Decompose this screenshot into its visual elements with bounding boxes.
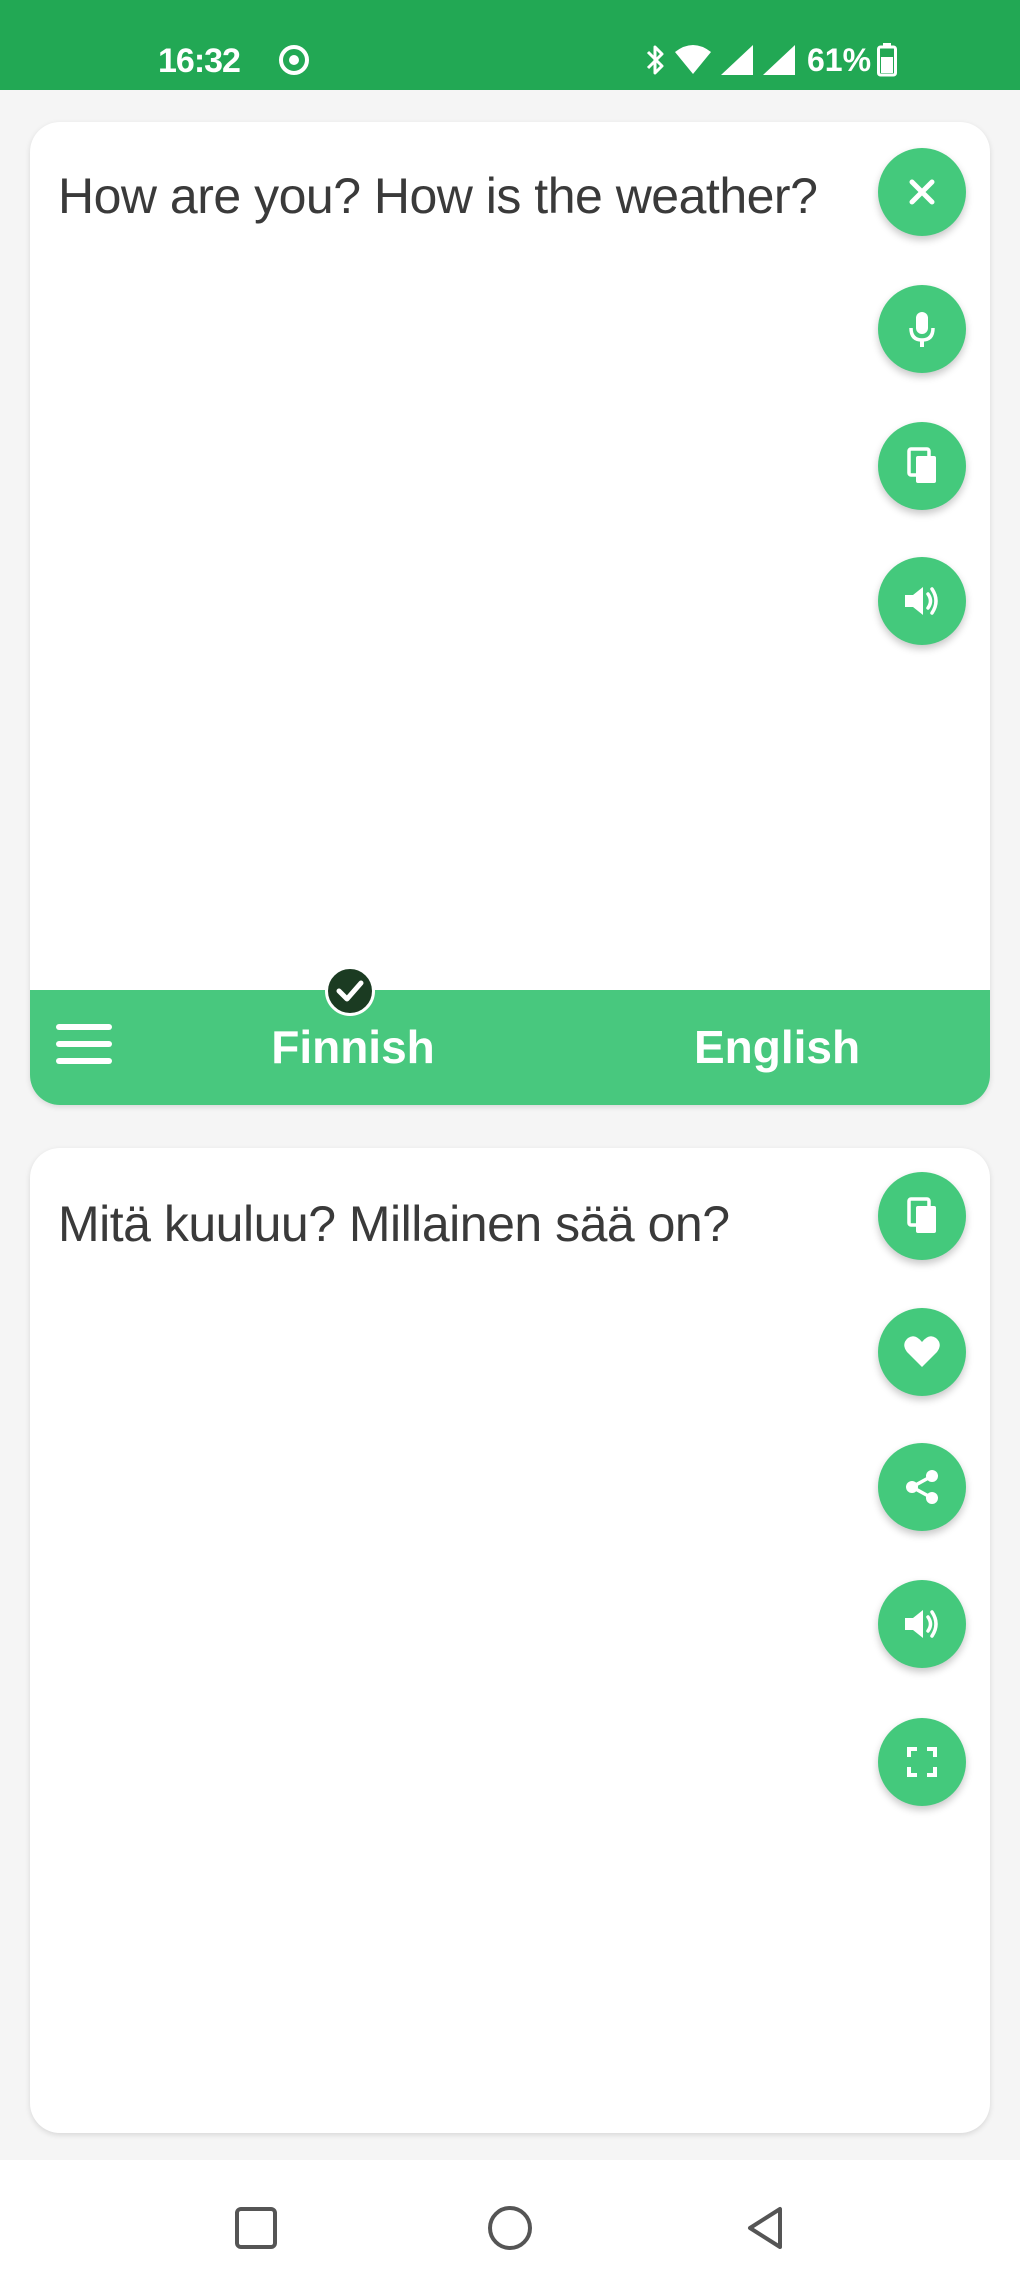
wifi-icon: [673, 44, 713, 76]
recents-button[interactable]: [228, 2200, 284, 2256]
clear-button[interactable]: [878, 148, 966, 236]
back-icon: [748, 2207, 782, 2249]
speaker-icon: [905, 1610, 938, 1638]
translation-speak-button[interactable]: [878, 1580, 966, 1668]
copy-button[interactable]: [878, 1172, 966, 1260]
microphone-icon: [909, 312, 935, 347]
favorite-icon: [904, 1336, 940, 1367]
menu-icon[interactable]: [56, 1024, 112, 1072]
fullscreen-button[interactable]: [878, 1718, 966, 1806]
speaker-icon: [905, 587, 938, 615]
bluetooth-icon: [645, 43, 667, 77]
voice-input-button[interactable]: [878, 285, 966, 373]
home-icon: [488, 2206, 532, 2250]
recents-icon: [235, 2207, 277, 2249]
signal-icon-2: [761, 43, 797, 77]
source-speak-button[interactable]: [878, 557, 966, 645]
source-language-selector[interactable]: Finnish: [271, 1020, 435, 1074]
status-bar: 16:32 61%: [0, 0, 1020, 90]
share-icon: [906, 1470, 938, 1504]
battery-icon: [877, 43, 898, 77]
status-icons: 61%: [645, 40, 898, 80]
paste-button[interactable]: [878, 422, 966, 510]
language-bar: Finnish English: [30, 990, 990, 1105]
check-icon: [325, 966, 375, 1016]
copy-icon: [907, 1197, 936, 1233]
source-card: How are you? How is the weather? Finnish: [30, 122, 990, 1105]
share-button[interactable]: [878, 1443, 966, 1531]
battery-percentage: 61%: [807, 41, 872, 78]
settings-status-icon: [276, 42, 312, 78]
back-button[interactable]: [738, 2200, 794, 2256]
paste-icon: [907, 447, 936, 483]
translated-text: Mitä kuuluu? Millainen sää on?: [58, 1196, 730, 1252]
navigation-bar: [0, 2160, 1020, 2287]
home-button[interactable]: [482, 2200, 538, 2256]
translation-card: Mitä kuuluu? Millainen sää on?: [30, 1148, 990, 2133]
status-time: 16:32: [158, 42, 241, 80]
favorite-button[interactable]: [878, 1308, 966, 1396]
signal-icon: [719, 43, 755, 77]
target-language-selector[interactable]: English: [694, 1020, 860, 1074]
fullscreen-icon: [907, 1747, 937, 1777]
source-text-input[interactable]: How are you? How is the weather?: [58, 162, 858, 230]
close-icon: [909, 179, 935, 205]
